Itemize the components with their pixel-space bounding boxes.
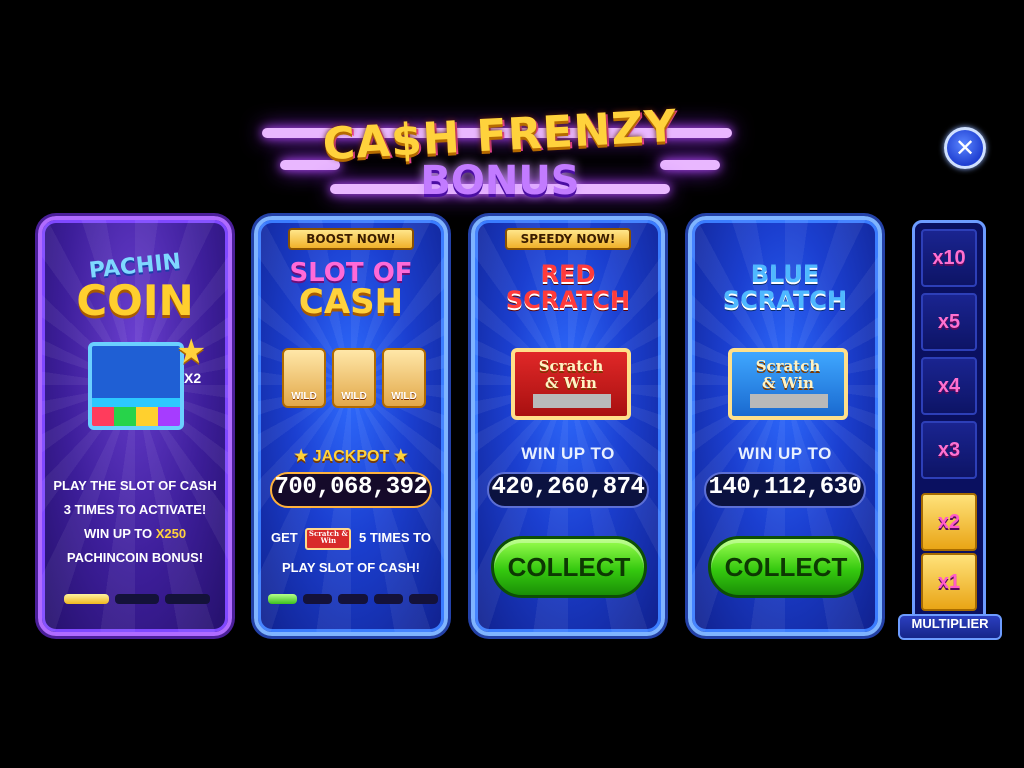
star-icon: ★: [293, 448, 313, 465]
red-scratch-title-top: RED: [540, 260, 596, 288]
jackpot-text: JACKPOT: [312, 448, 390, 465]
progress-segment: [114, 594, 160, 604]
scratch-strip: [750, 394, 828, 408]
close-icon: ✕: [954, 134, 976, 162]
ticket-line: Scratch: [755, 357, 821, 375]
scratch-ticket-icon: Scratch & Win: [305, 527, 352, 550]
boost-ribbon: BOOST NOW!: [288, 228, 414, 250]
pachincoin-board-image: [88, 342, 184, 430]
red-scratch-ticket-image: Scratch & Win: [511, 348, 631, 420]
multiplier-x3: x3: [921, 421, 977, 479]
desc-line: PLAY THE SLOT OF CASH: [53, 478, 217, 493]
slot-of-cash-card: BOOST NOW! SLOT OF CASH WILD WILD WILD ★…: [254, 216, 448, 636]
pachincoin-card: PACHIN COIN ★ X2 PLAY THE SLOT OF CASH 3…: [38, 216, 232, 636]
ticket-text: Scratch & Win: [732, 358, 844, 392]
win-up-to-label: WIN UP TO: [521, 444, 615, 463]
desc-prefix: GET: [271, 530, 298, 545]
red-scratch-amount: 420,260,874: [487, 472, 649, 508]
progress-segment: [268, 594, 298, 604]
wild-label: WILD: [391, 391, 417, 402]
desc-prefix: WIN UP TO: [83, 526, 156, 541]
title-bonus: BONUS: [420, 158, 580, 204]
multiplier-label: MULTIPLIER: [898, 614, 1002, 640]
red-scratch-title-main: SCRATCH: [505, 286, 631, 314]
multiplier-x4: x4: [921, 357, 977, 415]
close-button[interactable]: ✕: [944, 127, 986, 169]
wild-label: WILD: [341, 391, 367, 402]
slot-of-cash-title-main: CASH: [298, 282, 404, 322]
speedy-ribbon: SPEEDY NOW!: [505, 228, 631, 250]
slot-of-cash-description: GET Scratch & Win 5 TIMES TO PLAY SLOT O…: [258, 526, 444, 580]
progress-segment: [165, 594, 211, 604]
multiplier-x2: x2: [921, 493, 977, 551]
blue-scratch-amount: 140,112,630: [704, 472, 866, 508]
blue-scratch-title-main: SCRATCH: [722, 286, 848, 314]
multiplier-x10: x10: [921, 229, 977, 287]
wild-label: WILD: [291, 391, 317, 402]
scratch-strip: [533, 394, 611, 408]
progress-segment: [303, 594, 333, 604]
desc-suffix: 5 TIMES TO: [358, 530, 431, 545]
blue-scratch-card: BLUE SCRATCH Scratch & Win WIN UP TO 140…: [688, 216, 882, 636]
win-up-to-label: WIN UP TO: [738, 444, 832, 463]
star-icon: ★: [389, 448, 409, 465]
desc-line: WIN UP TO X250: [42, 522, 228, 546]
blue-scratch-title-top: BLUE: [750, 260, 820, 288]
star-icon: ★: [176, 332, 207, 372]
progress-segment: [373, 594, 403, 604]
jackpot-label: ★ JACKPOT ★: [258, 446, 444, 466]
ticket-line: & Win: [545, 374, 597, 392]
neon-bar-mid-right: [660, 160, 720, 170]
pachincoin-progress: [64, 594, 211, 604]
multiplier-x5: x5: [921, 293, 977, 351]
desc-line: PACHINCOIN BONUS!: [66, 550, 204, 565]
multiplier-x1: x1: [921, 553, 977, 611]
desc-line: GET Scratch & Win 5 TIMES TO: [258, 526, 444, 550]
ticket-text: Scratch & Win: [515, 358, 627, 392]
ticket-line: Scratch: [538, 357, 604, 375]
reel: WILD: [332, 348, 376, 408]
reel: WILD: [282, 348, 326, 408]
progress-segment: [338, 594, 368, 604]
desc-line: 3 TIMES TO ACTIVATE!: [63, 502, 207, 517]
progress-segment: [408, 594, 439, 604]
jackpot-amount: 700,068,392: [270, 472, 432, 508]
desc-line: PLAY SLOT OF CASH!: [282, 560, 420, 575]
pachincoin-multiplier-badge: X2: [184, 370, 202, 386]
multiplier-column: x10 x5 x4 x3 x2 x1: [912, 220, 986, 628]
pachincoin-title-main: COIN: [76, 276, 194, 325]
progress-segment: [64, 594, 109, 604]
red-scratch-collect-button[interactable]: COLLECT: [491, 536, 647, 598]
desc-highlight: X250: [155, 526, 187, 541]
slot-of-cash-progress: [268, 594, 439, 604]
pachincoin-description: PLAY THE SLOT OF CASH 3 TIMES TO ACTIVAT…: [42, 474, 228, 570]
blue-scratch-collect-button[interactable]: COLLECT: [708, 536, 864, 598]
blue-scratch-ticket-image: Scratch & Win: [728, 348, 848, 420]
reel: WILD: [382, 348, 426, 408]
slot-reels-image: WILD WILD WILD: [282, 348, 428, 414]
ticket-line: & Win: [762, 374, 814, 392]
red-scratch-card: SPEEDY NOW! RED SCRATCH Scratch & Win WI…: [471, 216, 665, 636]
